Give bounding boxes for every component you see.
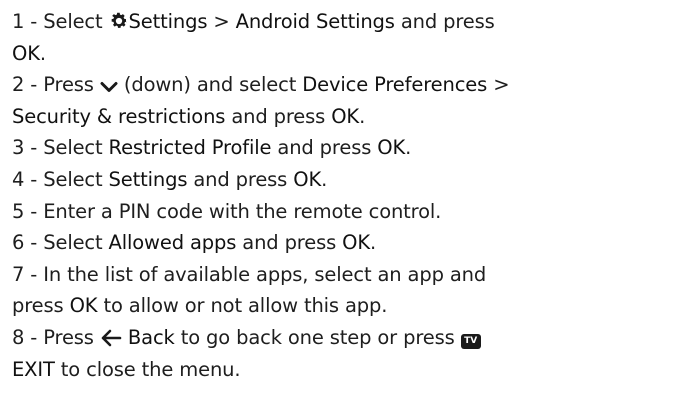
ui-term: OK [12,41,40,65]
step-1: 1 - Select Settings > Android Settings a… [12,6,694,69]
step-text: > [207,10,236,33]
step-text: 4 - Select [12,167,109,191]
step-text: and press [271,136,378,160]
step-text: 6 - Select [12,231,109,255]
step-text: 2 - Press [12,73,100,97]
step-line: Security & restrictions and press OK. [12,101,694,133]
step-text: . [321,167,328,191]
step-text: > [487,73,510,97]
step-text: . [359,104,366,128]
ui-term: Device Preferences [302,73,488,97]
step-line: 5 - Enter a PIN code with the remote con… [12,196,694,228]
step-text: and press [394,10,495,33]
ui-term: OK [331,104,360,128]
step-text: (down) and select [117,73,303,97]
ui-term: Back [127,325,175,349]
step-line: 4 - Select Settings and press OK. [12,164,694,196]
ui-term: OK [293,167,322,191]
ui-term: Restricted Profile [108,136,272,160]
step-line: 2 - Press (down) and select Device Prefe… [12,69,694,101]
step-line: 6 - Select Allowed apps and press OK. [12,227,694,259]
ui-term: Allowed apps [108,231,237,255]
step-text: 8 - Press [12,325,100,349]
step-5: 5 - Enter a PIN code with the remote con… [12,196,694,228]
step-text: to close the menu. [54,357,241,381]
back-arrow-icon [100,325,122,357]
step-text: to allow or not allow this app. [97,294,388,318]
step-text: . [370,231,377,255]
step-text: and press [187,167,294,191]
step-text: to go back one step or press [174,325,461,349]
step-7: 7 - In the list of available apps, selec… [12,259,694,322]
step-line: OK. [12,38,694,70]
step-text: and press [225,104,332,128]
step-text: 3 - Select [12,136,109,160]
step-4: 4 - Select Settings and press OK. [12,164,694,196]
ui-term: Security & restrictions [12,104,226,128]
ui-term: OK [342,231,371,255]
step-text: press [12,294,70,318]
step-2: 2 - Press (down) and select Device Prefe… [12,69,694,132]
step-line: 8 - Press Back to go back one step or pr… [12,322,694,354]
gear-icon [109,9,129,41]
step-line: EXIT to close the menu. [12,354,694,386]
ui-term: Settings [108,167,188,191]
ui-term: EXIT [12,357,55,381]
step-line: 1 - Select Settings > Android Settings a… [12,6,694,38]
ui-term: Settings [128,10,208,33]
step-text: 7 - In the list of available apps, selec… [12,262,487,286]
step-line: press OK to allow or not allow this app. [12,290,694,322]
step-line: 3 - Select Restricted Profile and press … [12,132,694,164]
chevron-down-icon [100,72,118,104]
step-text: and press [236,231,343,255]
step-6: 6 - Select Allowed apps and press OK. [12,227,694,259]
step-line: 7 - In the list of available apps, selec… [12,259,694,291]
ui-term: OK [69,294,98,318]
step-text: . [39,41,46,65]
step-3: 3 - Select Restricted Profile and press … [12,132,694,164]
ui-term: Android Settings [235,10,395,33]
tv-icon: TV [460,333,481,349]
step-8: 8 - Press Back to go back one step or pr… [12,322,694,385]
step-text: 1 - Select [12,10,109,33]
ui-term: OK [377,136,406,160]
step-text: 5 - Enter a PIN code with the remote con… [12,199,442,223]
instructions: 1 - Select Settings > Android Settings a… [12,6,694,385]
step-text: . [405,136,412,160]
